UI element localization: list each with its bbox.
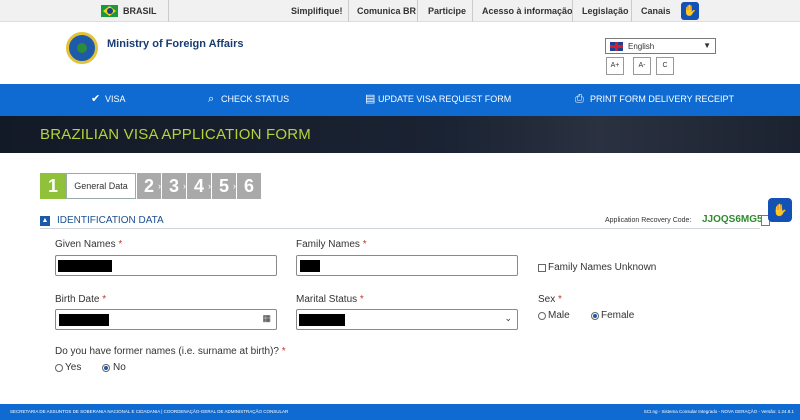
caret-down-icon: ▼	[703, 41, 711, 50]
brazil-flag-icon	[101, 5, 118, 17]
given-names-input[interactable]	[55, 255, 277, 276]
main-nav: ✔ VISA ⌕ CHECK STATUS ▤ UPDATE VISA REQU…	[0, 84, 800, 116]
sex-label: Sex *	[538, 294, 562, 305]
marital-status-label: Marital Status *	[296, 294, 364, 305]
step-1-label: General Data	[66, 173, 136, 199]
nav-visa[interactable]: VISA	[105, 94, 126, 104]
nav-update-form[interactable]: UPDATE VISA REQUEST FORM	[378, 94, 511, 104]
footer-agency-text: SECRETARIA DE ASSUNTOS DE SOBERANIA NACI…	[10, 409, 289, 414]
gov-bar: BRASIL Simplifique! Comunica BR Particip…	[0, 0, 800, 22]
gov-link-simplifique[interactable]: Simplifique!	[291, 6, 343, 16]
redacted-value	[58, 260, 112, 272]
page-title: BRAZILIAN VISA APPLICATION FORM	[40, 126, 311, 143]
collapse-section-icon[interactable]: ▲	[40, 216, 50, 226]
divider	[572, 0, 573, 22]
nav-check-status[interactable]: CHECK STATUS	[221, 94, 289, 104]
marital-status-select[interactable]: ⌄	[296, 309, 518, 330]
calendar-icon[interactable]: ▦	[262, 313, 271, 324]
footer-version-text: SCI.ng - Sistema Consular Integrado - NO…	[643, 409, 794, 414]
sex-male-radio[interactable]	[538, 312, 546, 320]
site-header: Ministry of Foreign Affairs English ▼ A+…	[0, 22, 800, 84]
chevron-down-icon: ⌄	[504, 313, 512, 323]
redacted-value	[300, 260, 320, 272]
document-icon: ▤	[365, 93, 376, 105]
step-6[interactable]: 6	[237, 173, 261, 199]
family-names-unknown-checkbox[interactable]	[538, 264, 546, 272]
divider	[417, 0, 418, 22]
accessibility-hands-icon[interactable]: ✋	[681, 2, 699, 20]
step-1[interactable]: 1	[40, 173, 66, 199]
divider	[472, 0, 473, 22]
birth-date-input[interactable]: ▦	[55, 309, 277, 330]
birth-date-label: Birth Date *	[55, 294, 107, 305]
page-banner: BRAZILIAN VISA APPLICATION FORM	[0, 116, 800, 153]
gov-link-acesso[interactable]: Acesso à informação	[482, 6, 573, 16]
recovery-code: JJOQS6MG5Z	[702, 214, 769, 225]
gov-link-canais[interactable]: Canais	[641, 6, 671, 16]
page-footer: SECRETARIA DE ASSUNTOS DE SOBERANIA NACI…	[0, 404, 800, 420]
gov-link-participe[interactable]: Participe	[428, 6, 466, 16]
family-names-unknown-label[interactable]: Family Names Unknown	[548, 262, 656, 273]
sex-female-radio[interactable]	[591, 312, 599, 320]
printer-icon: ⎙	[575, 93, 584, 105]
language-select[interactable]: English ▼	[605, 38, 716, 54]
uk-flag-icon	[610, 42, 623, 51]
language-selected: English	[628, 42, 655, 51]
given-names-label: Given Names *	[55, 239, 123, 250]
family-names-input[interactable]	[296, 255, 518, 276]
recovery-code-label: Application Recovery Code:	[605, 217, 692, 224]
family-names-label: Family Names *	[296, 239, 367, 250]
sign-language-icon[interactable]: ✋	[768, 198, 792, 222]
sex-male-label[interactable]: Male	[548, 310, 570, 321]
redacted-value	[59, 314, 109, 326]
sex-female-label[interactable]: Female	[601, 310, 634, 321]
redacted-value	[299, 314, 345, 326]
divider	[348, 0, 349, 22]
contrast-button[interactable]: C	[656, 57, 674, 75]
check-icon: ✔	[91, 93, 101, 105]
section-title: IDENTIFICATION DATA	[57, 215, 164, 226]
divider	[631, 0, 632, 22]
former-names-no-radio[interactable]	[102, 364, 110, 372]
former-names-yes-radio[interactable]	[55, 364, 63, 372]
font-decrease-button[interactable]: A-	[633, 57, 651, 75]
search-icon: ⌕	[208, 93, 215, 105]
gov-link-legislacao[interactable]: Legislação	[582, 6, 629, 16]
former-names-yes-label[interactable]: Yes	[65, 362, 81, 373]
nav-print-receipt[interactable]: PRINT FORM DELIVERY RECEIPT	[590, 94, 734, 104]
gov-link-comunica[interactable]: Comunica BR	[357, 6, 416, 16]
divider	[168, 0, 169, 22]
former-names-no-label[interactable]: No	[113, 362, 126, 373]
former-names-question: Do you have former names (i.e. surname a…	[55, 346, 286, 357]
font-increase-button[interactable]: A+	[606, 57, 624, 75]
section-divider	[40, 228, 760, 229]
coat-of-arms-icon	[66, 32, 98, 64]
gov-country-label[interactable]: BRASIL	[123, 6, 157, 16]
ministry-title[interactable]: Ministry of Foreign Affairs	[107, 38, 244, 50]
